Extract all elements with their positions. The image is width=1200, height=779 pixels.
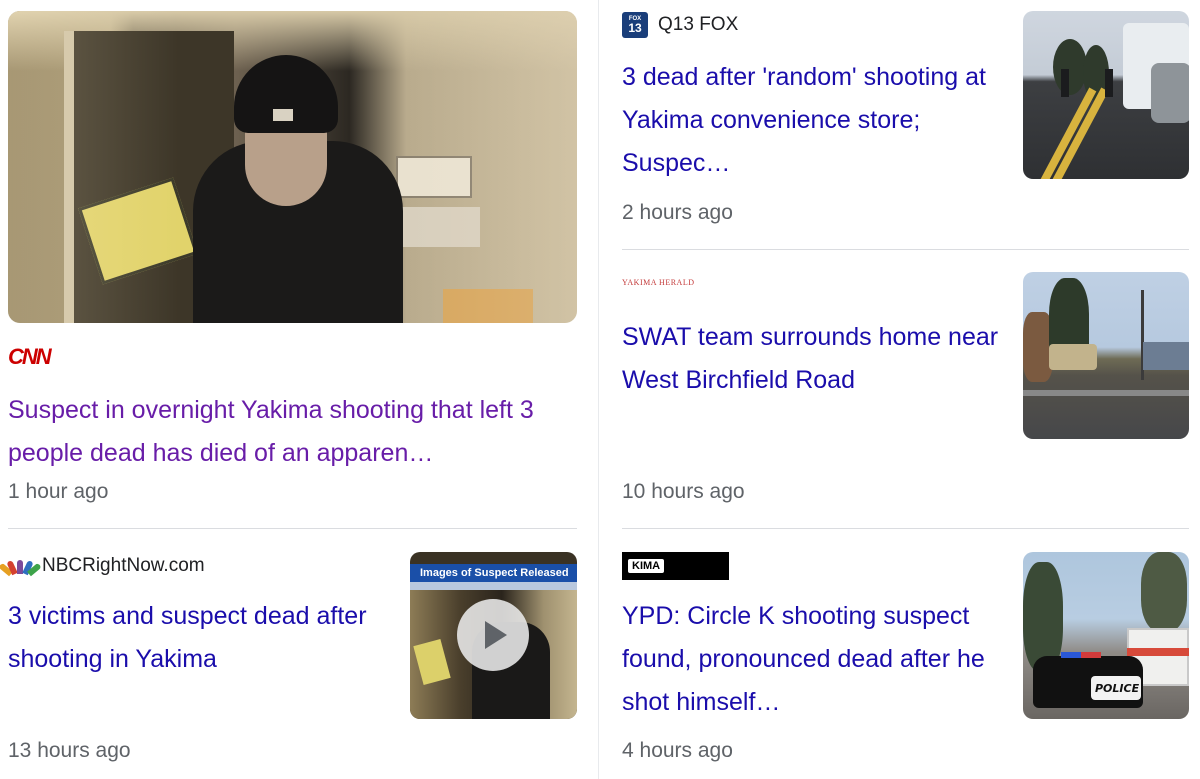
nbc-source-name: NBCRightNow.com (42, 555, 205, 576)
kima-source: KIMA (622, 552, 729, 580)
cnn-source: CNN (8, 344, 52, 370)
yh-headline-link[interactable]: SWAT team surrounds home near West Birch… (622, 316, 1012, 402)
divider (622, 528, 1189, 529)
news-card-cnn[interactable]: CNN Suspect in overnight Yakima shooting… (0, 0, 590, 520)
kima-thumbnail-image[interactable]: POLICE (1023, 552, 1189, 719)
kima-headline-link[interactable]: YPD: Circle K shooting suspect found, pr… (622, 595, 1012, 724)
q13-thumbnail-image[interactable] (1023, 11, 1189, 179)
nbc-peacock-icon (0, 558, 42, 577)
q13-fox-logo-icon: FOX 13 (622, 12, 648, 38)
police-text: POLICE (1095, 682, 1140, 695)
q13-headline-link[interactable]: 3 dead after 'random' shooting at Yakima… (622, 56, 1012, 185)
column-divider (598, 0, 599, 779)
q13-source: FOX 13 Q13 FOX (622, 12, 738, 38)
nbc-timestamp: 13 hours ago (8, 739, 131, 762)
cnn-logo-icon: CNN (8, 344, 52, 369)
nbc-source: NBCRightNow.com (0, 555, 205, 577)
yh-thumbnail-image[interactable] (1023, 272, 1189, 439)
yh-source: YAKIMA HERALD (622, 278, 695, 287)
kima-timestamp: 4 hours ago (622, 739, 733, 762)
kima-logo-icon: KIMA (622, 552, 729, 580)
play-icon[interactable] (457, 599, 529, 671)
nbc-thumb-banner: Images of Suspect Released (410, 564, 577, 582)
divider (622, 249, 1189, 250)
q13-source-name: Q13 FOX (658, 14, 739, 35)
cnn-timestamp: 1 hour ago (8, 480, 109, 503)
nbc-headline-link[interactable]: 3 victims and suspect dead after shootin… (8, 595, 388, 681)
q13-timestamp: 2 hours ago (622, 201, 733, 224)
yakima-herald-logo-icon: YAKIMA HERALD (622, 278, 695, 287)
cnn-headline-link[interactable]: Suspect in overnight Yakima shooting tha… (8, 389, 583, 475)
yh-timestamp: 10 hours ago (622, 480, 745, 503)
nbc-video-thumbnail[interactable]: Images of Suspect Released (410, 552, 577, 719)
divider (8, 528, 577, 529)
cnn-thumbnail-image[interactable] (8, 11, 577, 323)
